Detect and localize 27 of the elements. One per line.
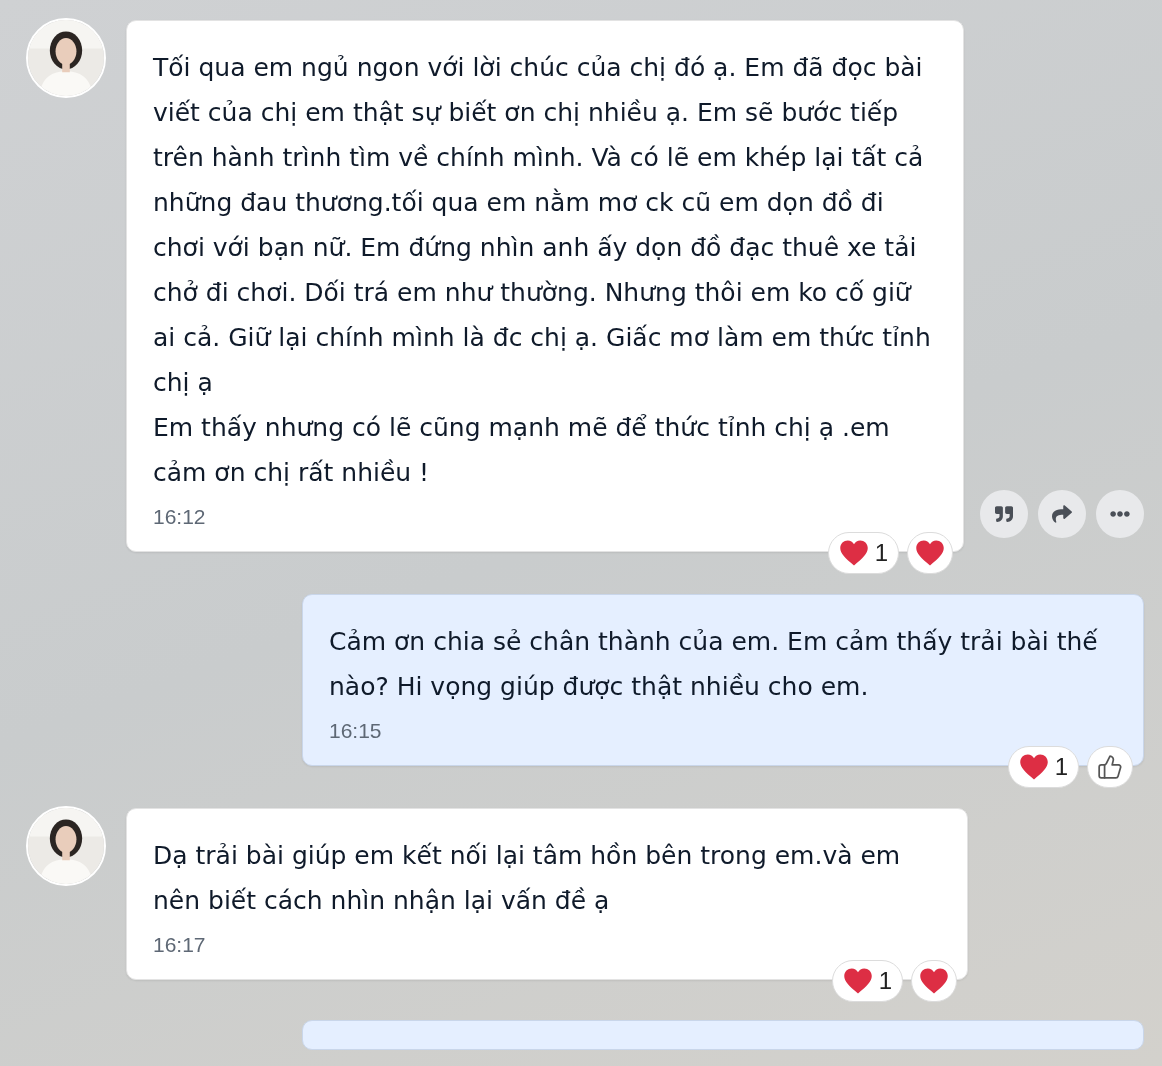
reaction-number: 1 (878, 967, 892, 995)
more-button[interactable] (1096, 490, 1144, 538)
quote-button[interactable] (980, 490, 1028, 538)
share-button[interactable] (1038, 490, 1086, 538)
message-time: 16:17 (153, 933, 207, 957)
heart-icon (915, 539, 945, 567)
heart-icon (919, 967, 949, 995)
reaction-number: 1 (874, 539, 888, 567)
heart-icon (838, 539, 869, 567)
quote-icon (995, 505, 1013, 523)
thumbs-up-icon (1097, 754, 1123, 780)
message-text: Em thấy nhưng có lẽ cũng mạnh mẽ để thức tỉnh chị ạ .em cảm ơn chị rất nhiều ! (153, 412, 891, 489)
heart-icon (842, 967, 873, 995)
reaction-count[interactable]: 1 (1007, 746, 1079, 788)
heart-icon (1018, 753, 1049, 781)
heart-reaction-button[interactable] (911, 960, 957, 1002)
message-text: Cảm ơn chia sẻ chân thành của em. Em cảm thấy trải bài thế nào? Hi vọng giúp được thật nhiều cho em. (329, 626, 1099, 703)
share-icon (1052, 504, 1072, 524)
message-text: Tối qua em ngủ ngon với lời chúc của chị đó ạ. Em đã đọc bài viết của chị em thật sự biết ơn chị nhiều ạ. Em sẽ bước tiếp trên hành trình tìm về chính mình. Và có lẽ em khép lại tất cả những đau thương.tối qua em nằm mơ ck cũ em dọn đồ đi chơi với bạn nữ. Em đứng nhìn anh ấy dọn đồ đạc thuê xe tải chở đi chơi. Dối trá em như thường. Nhưng thôi em ko cố giữ ai cả. Giữ lại chính mình là đc chị ạ. Giấc mơ làm em thức tỉnh chị ạ (153, 52, 932, 399)
message-time: 16:15 (329, 719, 383, 743)
reaction-number: 1 (1054, 753, 1068, 781)
reaction-count[interactable]: 1 (831, 960, 903, 1002)
message-text: Dạ trải bài giúp em kết nối lại tâm hồn bên trong em.và em nên biết cách nhìn nhận lại vấn đề ạ (153, 840, 902, 917)
reaction-count[interactable]: 1 (827, 532, 899, 574)
heart-reaction-button[interactable] (907, 532, 953, 574)
message-time: 16:12 (153, 505, 207, 529)
like-button[interactable] (1087, 746, 1133, 788)
